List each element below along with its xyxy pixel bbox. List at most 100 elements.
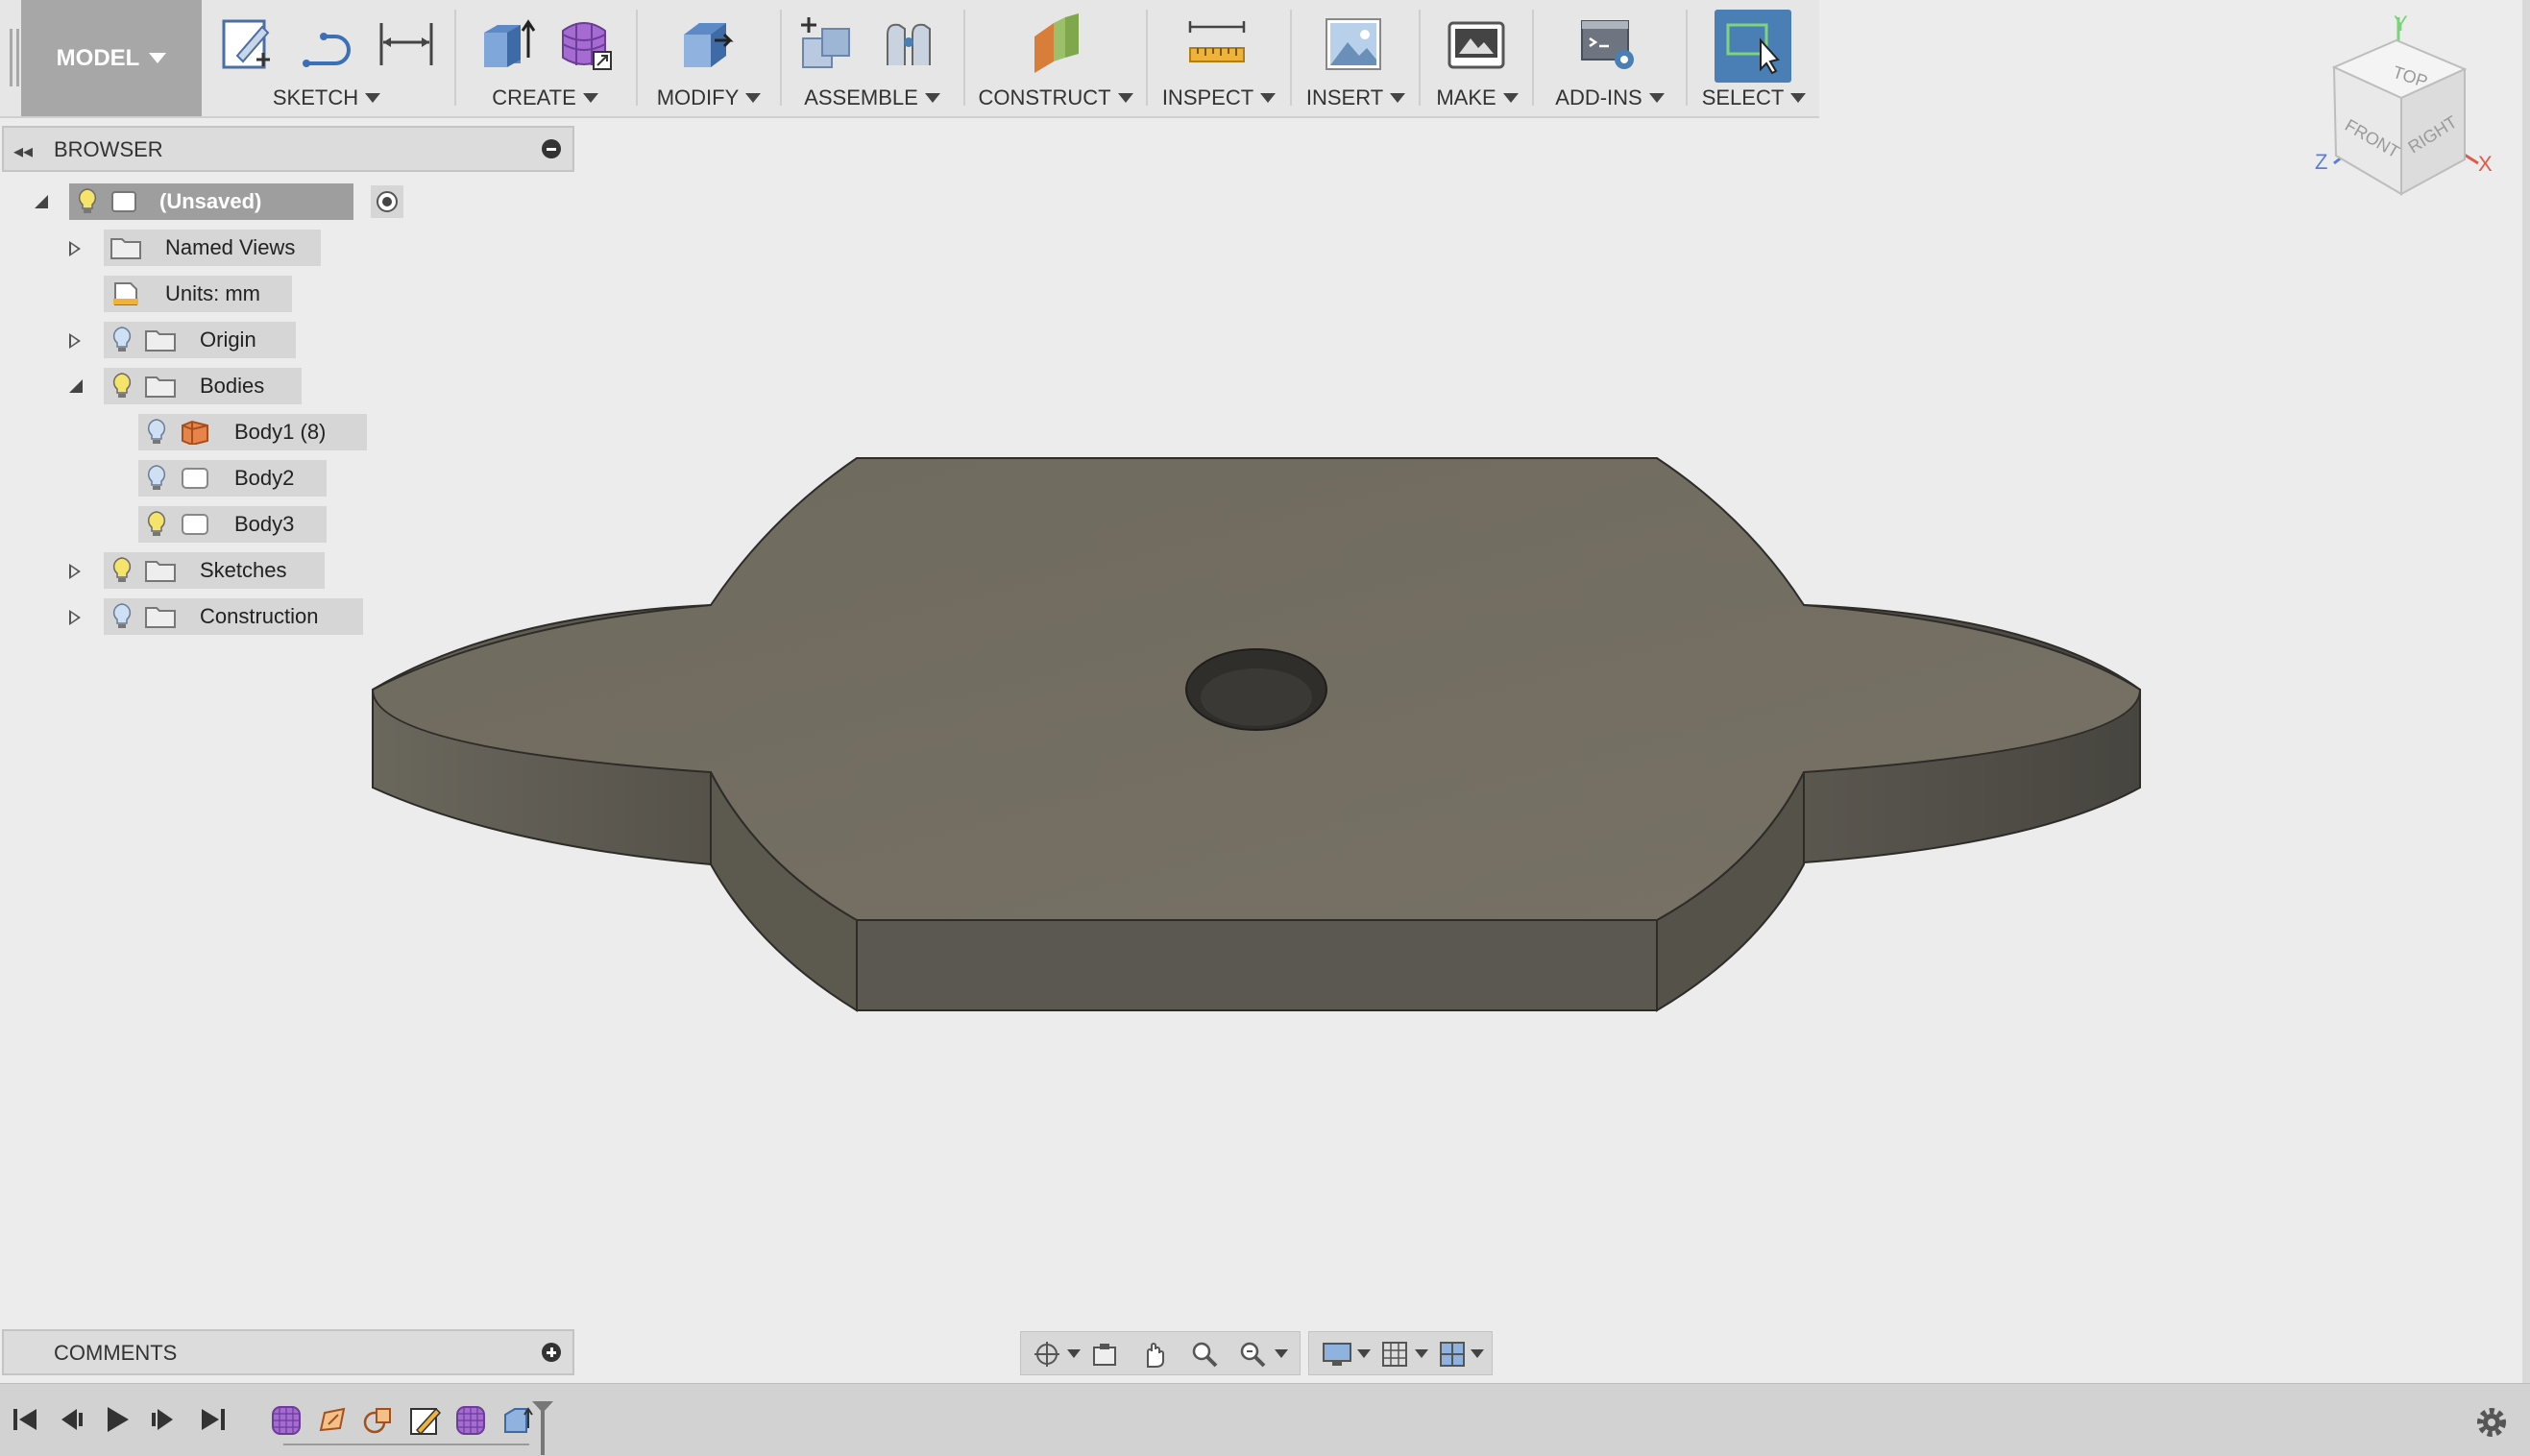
visibility-bulb-icon[interactable]	[111, 372, 133, 400]
part-body[interactable]	[371, 457, 2142, 1012]
tree-expander-sketches[interactable]	[69, 564, 81, 579]
collapse-panel-icon[interactable]: ◂◂	[13, 139, 33, 163]
grid-dropdown-icon[interactable]	[1415, 1349, 1428, 1358]
joint-icon[interactable]	[878, 13, 939, 75]
gear-icon[interactable]	[2474, 1405, 2509, 1440]
visibility-bulb-icon[interactable]	[77, 187, 98, 216]
chevron-down-icon	[365, 93, 381, 103]
visibility-bulb-icon[interactable]	[111, 556, 133, 585]
modify-menu[interactable]: MODIFY	[642, 85, 776, 110]
toolbar-group-inspect[interactable]: INSPECT	[1152, 0, 1286, 116]
tree-item-body1[interactable]: Body1 (8)	[138, 414, 367, 450]
new-component-icon[interactable]	[795, 13, 857, 75]
toolbar-group-make[interactable]: MAKE	[1424, 0, 1530, 116]
select-menu[interactable]: SELECT	[1691, 85, 1816, 110]
timeline-form-feature-icon[interactable]	[269, 1403, 304, 1438]
timeline-marker-icon[interactable]	[528, 1399, 557, 1455]
extrude-icon[interactable]	[476, 13, 538, 75]
form-tool-icon[interactable]	[553, 13, 615, 75]
toolbar-group-construct[interactable]: CONSTRUCT	[969, 0, 1142, 116]
line-tool-icon[interactable]	[297, 13, 358, 75]
sketch-dimension-icon[interactable]	[376, 13, 437, 75]
tree-expander-bodies[interactable]	[69, 379, 83, 393]
tree-expander-construction[interactable]	[69, 610, 81, 625]
zoom-icon[interactable]	[1190, 1340, 1219, 1369]
toolbar-group-select[interactable]: SELECT	[1691, 0, 1816, 116]
step-forward-icon[interactable]	[148, 1403, 179, 1436]
timeline-form-feature-icon[interactable]	[453, 1403, 488, 1438]
tree-item-origin[interactable]: Origin	[104, 322, 296, 358]
fit-zoom-icon[interactable]	[1238, 1340, 1267, 1369]
tree-root-unsaved[interactable]: (Unsaved)	[69, 183, 403, 220]
tree-expander-named-views[interactable]	[69, 241, 81, 256]
toolbar-divider	[636, 10, 638, 106]
press-pull-icon[interactable]	[676, 13, 738, 75]
toolbar-group-add-ins[interactable]: ADD-INS	[1538, 0, 1682, 116]
timeline-sketch-edit-icon[interactable]	[407, 1403, 442, 1438]
offset-plane-icon[interactable]	[1025, 13, 1086, 75]
insert-image-icon[interactable]	[1323, 13, 1384, 75]
orbit-icon[interactable]	[1033, 1340, 1061, 1369]
browser-minimize-icon[interactable]	[542, 139, 561, 158]
visibility-bulb-off-icon[interactable]	[146, 418, 167, 447]
chevron-down-icon	[745, 93, 762, 103]
construct-menu[interactable]: CONSTRUCT	[969, 85, 1142, 110]
display-dropdown-icon[interactable]	[1357, 1349, 1371, 1358]
tree-expander-origin[interactable]	[69, 333, 81, 349]
sketch-menu[interactable]: SKETCH	[207, 85, 447, 110]
visibility-bulb-off-icon[interactable]	[111, 602, 133, 631]
measure-icon[interactable]	[1186, 13, 1248, 75]
scripts-addins-icon[interactable]	[1578, 13, 1640, 75]
timeline-sketch-feature-icon[interactable]	[315, 1403, 350, 1438]
viewports-dropdown-icon[interactable]	[1471, 1349, 1484, 1358]
toolbar-group-create[interactable]: CREATE	[461, 0, 629, 116]
assemble-menu[interactable]: ASSEMBLE	[786, 85, 959, 110]
toolbar-divider	[780, 10, 782, 106]
orbit-dropdown-icon[interactable]	[1067, 1349, 1081, 1358]
play-icon[interactable]	[102, 1403, 133, 1436]
display-settings-icon[interactable]	[1321, 1340, 1353, 1369]
pan-hand-icon[interactable]	[1140, 1340, 1169, 1369]
tree-item-construction[interactable]: Construction	[104, 598, 363, 635]
toolbar-grip[interactable]	[10, 29, 19, 86]
go-to-start-icon[interactable]	[10, 1403, 40, 1436]
toolbar-group-sketch[interactable]: SKETCH	[207, 0, 447, 116]
visibility-bulb-off-icon[interactable]	[111, 326, 133, 354]
tree-item-body2[interactable]: Body2	[138, 460, 327, 497]
viewports-icon[interactable]	[1438, 1340, 1467, 1369]
make-menu[interactable]: MAKE	[1424, 85, 1530, 110]
select-tool-active-bg[interactable]	[1715, 10, 1791, 83]
toolbar-group-modify[interactable]: MODIFY	[642, 0, 776, 116]
look-at-icon[interactable]	[1090, 1340, 1119, 1369]
add-comment-icon[interactable]	[542, 1343, 561, 1362]
toolbar-group-assemble[interactable]: ASSEMBLE	[786, 0, 959, 116]
toolbar-group-insert[interactable]: INSERT	[1296, 0, 1416, 116]
tree-item-sketches[interactable]: Sketches	[104, 552, 325, 589]
axis-z-label: Z	[2315, 150, 2327, 174]
tree-item-bodies[interactable]: Bodies	[104, 368, 302, 404]
3d-print-icon[interactable]	[1446, 13, 1507, 75]
chevron-down-icon	[1648, 93, 1665, 103]
visibility-bulb-icon[interactable]	[146, 510, 167, 539]
timeline-body-feature-icon[interactable]	[361, 1403, 396, 1438]
step-back-icon[interactable]	[56, 1403, 86, 1436]
create-menu[interactable]: CREATE	[461, 85, 629, 110]
tree-item-units[interactable]: Units: mm	[104, 276, 292, 312]
view-cube[interactable]: TOP FRONT RIGHT Y Z X	[2305, 10, 2517, 202]
grid-settings-icon[interactable]	[1380, 1340, 1409, 1369]
tree-item-body3[interactable]: Body3	[138, 506, 327, 543]
comments-panel-header[interactable]: COMMENTS	[2, 1329, 574, 1375]
create-sketch-icon[interactable]	[218, 13, 280, 75]
activate-radio-icon[interactable]	[371, 185, 403, 218]
tree-expander-root[interactable]	[35, 195, 48, 208]
tree-item-named-views[interactable]: Named Views	[104, 230, 321, 266]
add-ins-menu[interactable]: ADD-INS	[1538, 85, 1682, 110]
inspect-menu[interactable]: INSPECT	[1152, 85, 1286, 110]
visibility-bulb-off-icon[interactable]	[146, 464, 167, 493]
insert-menu[interactable]: INSERT	[1296, 85, 1416, 110]
zoom-dropdown-icon[interactable]	[1275, 1349, 1288, 1358]
workspace-switcher[interactable]: MODEL	[21, 0, 202, 116]
chevron-down-icon	[1790, 93, 1807, 103]
go-to-end-icon[interactable]	[198, 1403, 229, 1436]
browser-panel-header[interactable]: ◂◂ BROWSER	[2, 126, 574, 172]
